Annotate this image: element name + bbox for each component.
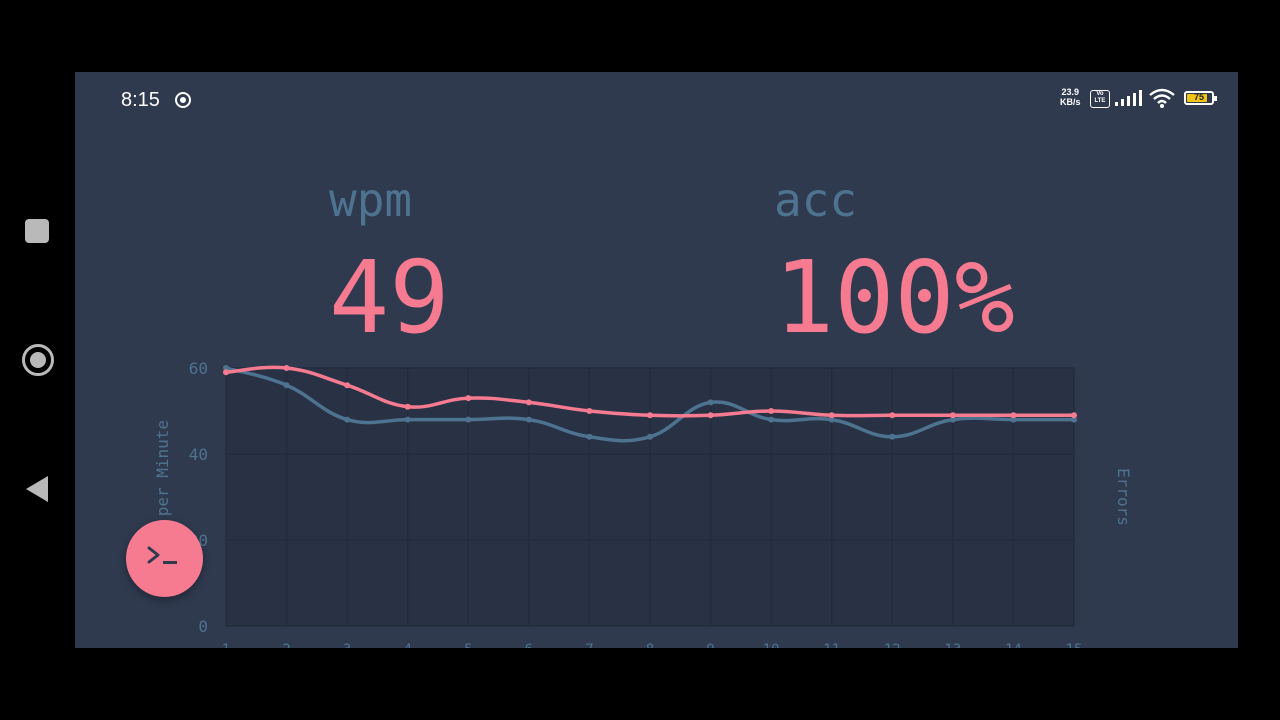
x-tick-label: 12 [884, 642, 901, 648]
x-tick-label: 5 [464, 642, 472, 648]
x-tick-label: 14 [1005, 642, 1022, 648]
x-tick-label: 4 [403, 642, 411, 648]
y-tick-label: 60 [189, 359, 208, 378]
series-point [404, 416, 411, 423]
x-tick-label: 9 [706, 642, 714, 648]
command-line-button[interactable] [126, 520, 203, 597]
y-axis-ticks: 6040200 [189, 359, 208, 636]
wpm-chart: 6040200 Words per Minute Errors 12345678… [153, 359, 1133, 648]
series-point [344, 416, 351, 423]
x-tick-label: 1 [222, 642, 230, 648]
x-tick-label: 3 [343, 642, 351, 648]
x-tick-label: 7 [585, 642, 593, 648]
y-tick-label: 40 [189, 445, 208, 464]
series-point [1010, 412, 1017, 419]
phone-screen: 8:15 23.9 KB/s Vo LTE 75 wpm 49 acc 100%… [75, 72, 1238, 648]
series-point [404, 403, 411, 410]
series-point [828, 412, 835, 419]
y2-axis-label: Errors [1114, 468, 1133, 526]
series-point [889, 412, 896, 419]
recent-apps-button[interactable] [25, 219, 49, 243]
series-point [768, 416, 775, 423]
series-point [344, 382, 351, 389]
back-button[interactable] [26, 476, 48, 502]
x-tick-label: 2 [282, 642, 290, 648]
series-point [1071, 412, 1077, 419]
x-tick-label: 15 [1066, 642, 1083, 648]
series-point [465, 416, 472, 423]
series-point [707, 412, 714, 419]
series-point [768, 408, 775, 414]
x-tick-label: 13 [944, 642, 961, 648]
series-point [525, 416, 532, 423]
series-point [586, 433, 593, 440]
x-tick-label: 11 [823, 642, 840, 648]
series-point [283, 365, 290, 371]
series-point [465, 395, 472, 402]
series-point [283, 382, 290, 389]
x-axis-ticks: 123456789101112131415 [222, 642, 1083, 648]
x-tick-label: 6 [525, 642, 533, 648]
series-point [525, 399, 532, 406]
x-tick-label: 8 [646, 642, 654, 648]
x-tick-label: 10 [763, 642, 780, 648]
series-point [647, 433, 653, 440]
y-tick-label: 0 [198, 617, 208, 636]
terminal-icon [147, 546, 177, 564]
series-point [223, 369, 229, 376]
series-point [889, 433, 896, 440]
home-button[interactable] [22, 344, 54, 376]
series-point [586, 408, 593, 414]
series-point [949, 412, 956, 419]
series-point [647, 412, 653, 419]
series-point [707, 399, 714, 406]
